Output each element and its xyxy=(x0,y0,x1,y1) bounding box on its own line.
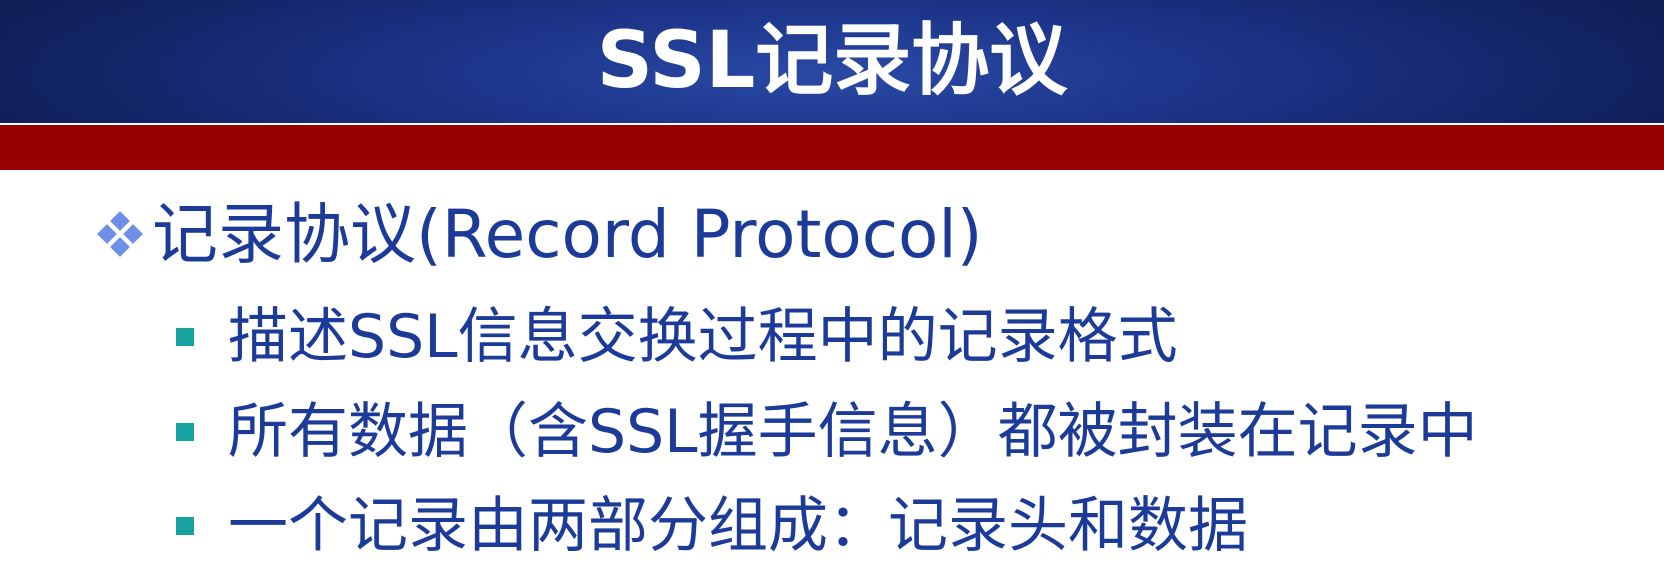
bullet-item: 描述SSL信息交换过程中的记录格式 xyxy=(176,307,1178,367)
bullet-text: 一个记录由两部分组成：记录头和数据 xyxy=(228,491,1248,561)
bullet-item: 一个记录由两部分组成：记录头和数据 xyxy=(176,496,1248,556)
square-bullet-icon xyxy=(176,423,194,441)
heading-text: 记录协议(Record Protocol) xyxy=(152,196,983,273)
square-bullet-icon xyxy=(176,517,194,535)
bullet-text: 描述SSL信息交换过程中的记录格式 xyxy=(228,302,1178,372)
red-divider-band xyxy=(0,125,1664,170)
heading-item: 记录协议(Record Protocol) xyxy=(92,202,982,268)
slide-content: 记录协议(Record Protocol) 描述SSL信息交换过程中的记录格式 … xyxy=(0,170,1664,576)
bullet-text: 所有数据（含SSL握手信息）都被封装在记录中 xyxy=(228,397,1478,467)
slide-title: SSL记录协议 xyxy=(596,15,1068,106)
title-bar: SSL记录协议 xyxy=(0,0,1664,123)
square-bullet-icon xyxy=(176,328,194,346)
bullet-item: 所有数据（含SSL握手信息）都被封装在记录中 xyxy=(176,402,1478,462)
four-diamond-bullet-icon xyxy=(92,208,148,264)
